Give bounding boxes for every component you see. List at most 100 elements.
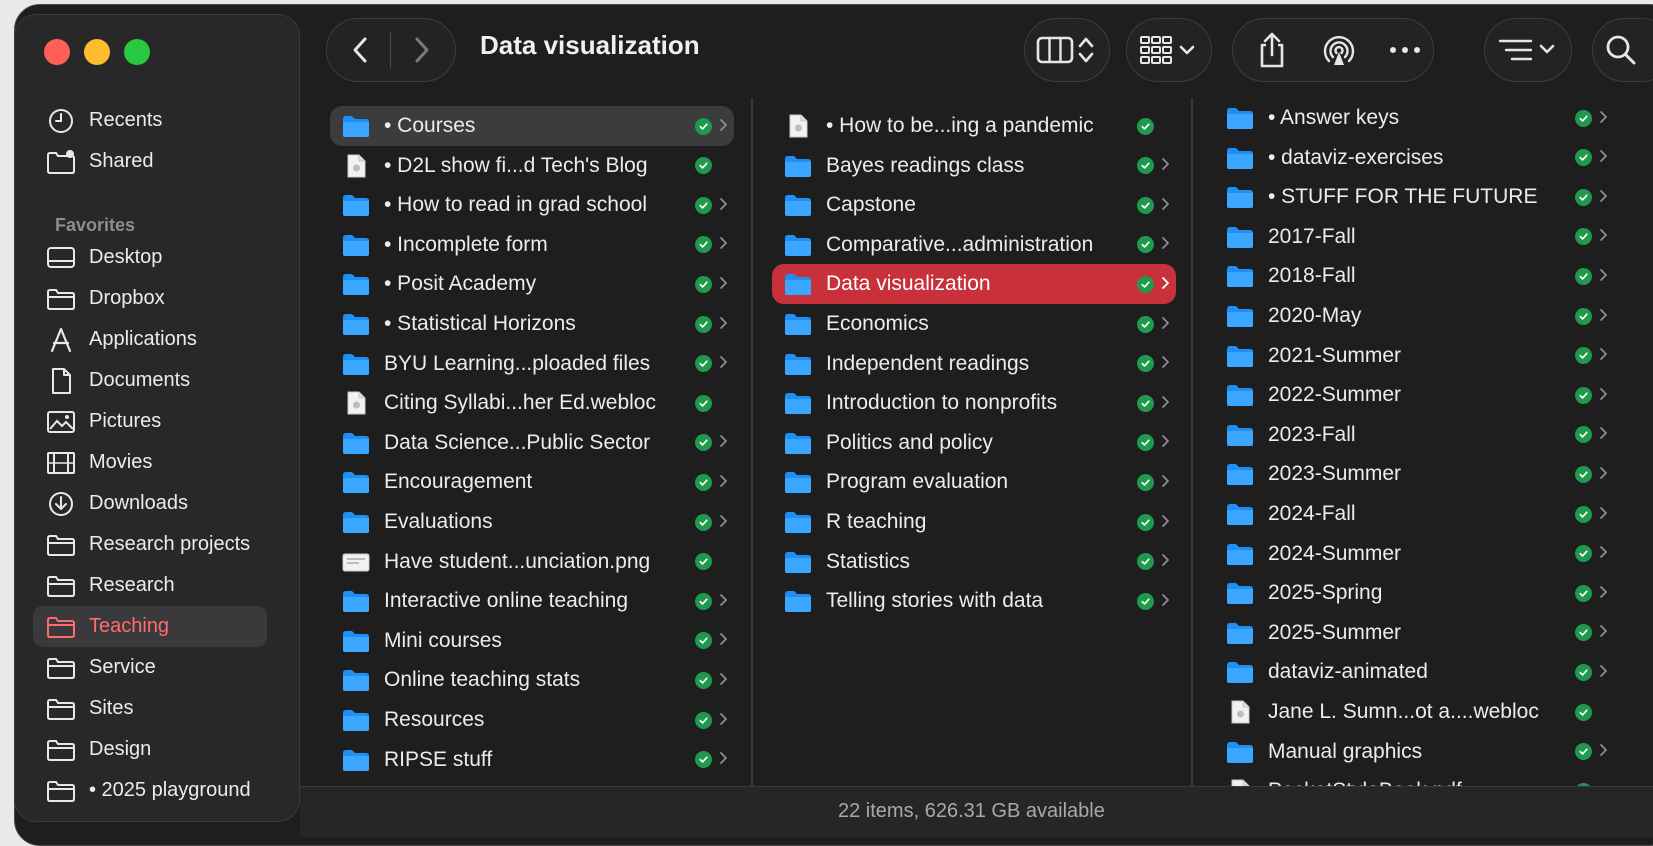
file-list-item[interactable]: BYU Learning...ploaded files [330, 344, 734, 384]
file-list-item[interactable]: • How to be...ing a pandemic [772, 106, 1176, 146]
file-list-item[interactable]: 2025-Spring [1214, 573, 1614, 613]
file-list-item[interactable]: • D2L show fi...d Tech's Blog [330, 146, 734, 186]
sidebar-item-documents[interactable]: Documents [33, 360, 267, 401]
file-list-item[interactable]: Statistics [772, 542, 1176, 582]
sidebar-item-pictures[interactable]: Pictures [33, 401, 267, 442]
minimize-window-button[interactable] [84, 39, 110, 65]
file-list-item[interactable]: • Courses [330, 106, 734, 146]
file-list-item[interactable]: 2020-May [1214, 296, 1614, 336]
file-list-item[interactable]: 2023-Summer [1214, 454, 1614, 494]
file-list-item[interactable]: Telling stories with data [772, 581, 1176, 621]
column-view-button[interactable] [1032, 30, 1102, 70]
file-list-item[interactable]: Bayes readings class [772, 146, 1176, 186]
sidebar-item-movies[interactable]: Movies [33, 442, 267, 483]
share-button[interactable] [1252, 28, 1292, 72]
file-list-item[interactable]: • Incomplete form [330, 225, 734, 265]
sidebar-item-downloads[interactable]: Downloads [33, 483, 267, 524]
sync-status-icon [695, 394, 712, 412]
file-list-item[interactable]: Jane L. Sumn...ot a....webloc [1214, 692, 1614, 732]
file-list-item[interactable]: 2021-Summer [1214, 336, 1614, 376]
file-list-item[interactable]: Have student...unciation.png [330, 542, 734, 582]
file-list-item[interactable]: • dataviz-exercises [1214, 138, 1614, 178]
column-divider[interactable] [751, 98, 753, 788]
document-file-icon [784, 114, 812, 138]
file-list-item[interactable]: Manual graphics [1214, 732, 1614, 772]
chevron-right-icon [1592, 583, 1614, 604]
sidebar-item-applications[interactable]: Applications [33, 319, 267, 360]
file-list-item[interactable]: 2018-Fall [1214, 256, 1614, 296]
sidebar-item-service[interactable]: Service [33, 647, 267, 688]
folder-icon [784, 391, 812, 415]
sync-status-icon [695, 592, 712, 610]
file-list-item[interactable]: 2023-Fall [1214, 415, 1614, 455]
zoom-window-button[interactable] [124, 39, 150, 65]
chevron-right-icon [1592, 108, 1614, 129]
file-list-item[interactable]: 2024-Summer [1214, 534, 1614, 574]
file-list-item[interactable]: • How to read in grad school [330, 185, 734, 225]
file-name: • How to be...ing a pandemic [826, 114, 1094, 137]
file-name: Evaluations [384, 510, 493, 533]
file-name: 2025-Summer [1268, 620, 1402, 644]
chevron-right-icon [1154, 432, 1176, 453]
desktop-icon [45, 245, 77, 271]
file-list-item[interactable]: Citing Syllabi...her Ed.webloc [330, 383, 734, 423]
sidebar-item-recents[interactable]: Recents [33, 100, 267, 141]
sidebar-item-dropbox[interactable]: Dropbox [33, 278, 267, 319]
sort-button[interactable] [1492, 30, 1564, 70]
file-list-item[interactable]: • Posit Academy [330, 264, 734, 304]
chevron-right-icon [1154, 195, 1176, 216]
file-list-item[interactable]: Independent readings [772, 344, 1176, 384]
sidebar-item-research-projects[interactable]: Research projects [33, 524, 267, 565]
file-list-item[interactable]: Economics [772, 304, 1176, 344]
sidebar-item-shared[interactable]: Shared [33, 141, 267, 182]
file-list-item[interactable]: Capstone [772, 185, 1176, 225]
file-list-item[interactable]: Comparative...administration [772, 225, 1176, 265]
forward-button[interactable] [402, 30, 442, 70]
file-list-item[interactable]: Online teaching stats [330, 660, 734, 700]
sidebar-item-design[interactable]: Design [33, 729, 267, 770]
grid-icon [1140, 36, 1195, 64]
search-button[interactable] [1600, 30, 1642, 70]
folder-icon [784, 312, 812, 336]
document-file-icon [1226, 700, 1254, 724]
file-list-item[interactable]: • STUFF FOR THE FUTURE [1214, 177, 1614, 217]
file-list-item[interactable]: Data Science...Public Sector [330, 423, 734, 463]
file-list-item[interactable]: 2025-Summer [1214, 613, 1614, 653]
folder-icon [1226, 225, 1254, 249]
file-list-item[interactable]: Encouragement [330, 462, 734, 502]
file-list-item[interactable]: Data visualization [772, 264, 1176, 305]
file-list-item[interactable]: Politics and policy [772, 423, 1176, 463]
file-name: Manual graphics [1268, 739, 1423, 763]
file-list-item[interactable]: • Answer keys [1214, 98, 1614, 138]
sidebar-item-research[interactable]: Research [33, 565, 267, 606]
file-list-item[interactable]: Resources [330, 700, 734, 740]
sidebar-item-2025-playground[interactable]: • 2025 playground [33, 770, 267, 811]
file-list-item[interactable]: dataviz-animated [1214, 652, 1614, 692]
sync-status-icon [695, 236, 712, 254]
file-list-item[interactable]: R teaching [772, 502, 1176, 542]
file-list-item[interactable]: Introduction to nonprofits [772, 383, 1176, 423]
file-list-item[interactable]: • Statistical Horizons [330, 304, 734, 344]
sidebar-item-label: Research [89, 574, 175, 596]
file-list-item[interactable]: 2017-Fall [1214, 217, 1614, 257]
file-list-item[interactable]: Evaluations [330, 502, 734, 542]
back-button[interactable] [340, 30, 380, 70]
close-window-button[interactable] [44, 39, 70, 65]
group-button[interactable] [1134, 30, 1204, 70]
file-list-item[interactable]: 2024-Fall [1214, 494, 1614, 534]
sidebar-item-label: Dropbox [89, 287, 165, 309]
file-list-item[interactable]: Program evaluation [772, 462, 1176, 502]
sidebar-item-desktop[interactable]: Desktop [33, 237, 267, 278]
file-list-item[interactable]: Mini courses [330, 621, 734, 661]
sidebar-item-teaching[interactable]: Teaching [33, 606, 267, 647]
sidebar-item-sites[interactable]: Sites [33, 688, 267, 729]
sidebar-item-label: Desktop [89, 246, 163, 268]
file-list-item[interactable]: 2022-Summer [1214, 375, 1614, 415]
sidebar-item-label: Applications [89, 328, 197, 350]
more-actions-button[interactable] [1384, 30, 1426, 70]
column-divider[interactable] [1191, 98, 1193, 788]
folder-icon [342, 510, 370, 534]
file-list-item[interactable]: RIPSE stuff [330, 740, 734, 780]
airdrop-button[interactable] [1318, 30, 1360, 70]
file-list-item[interactable]: Interactive online teaching [330, 581, 734, 621]
